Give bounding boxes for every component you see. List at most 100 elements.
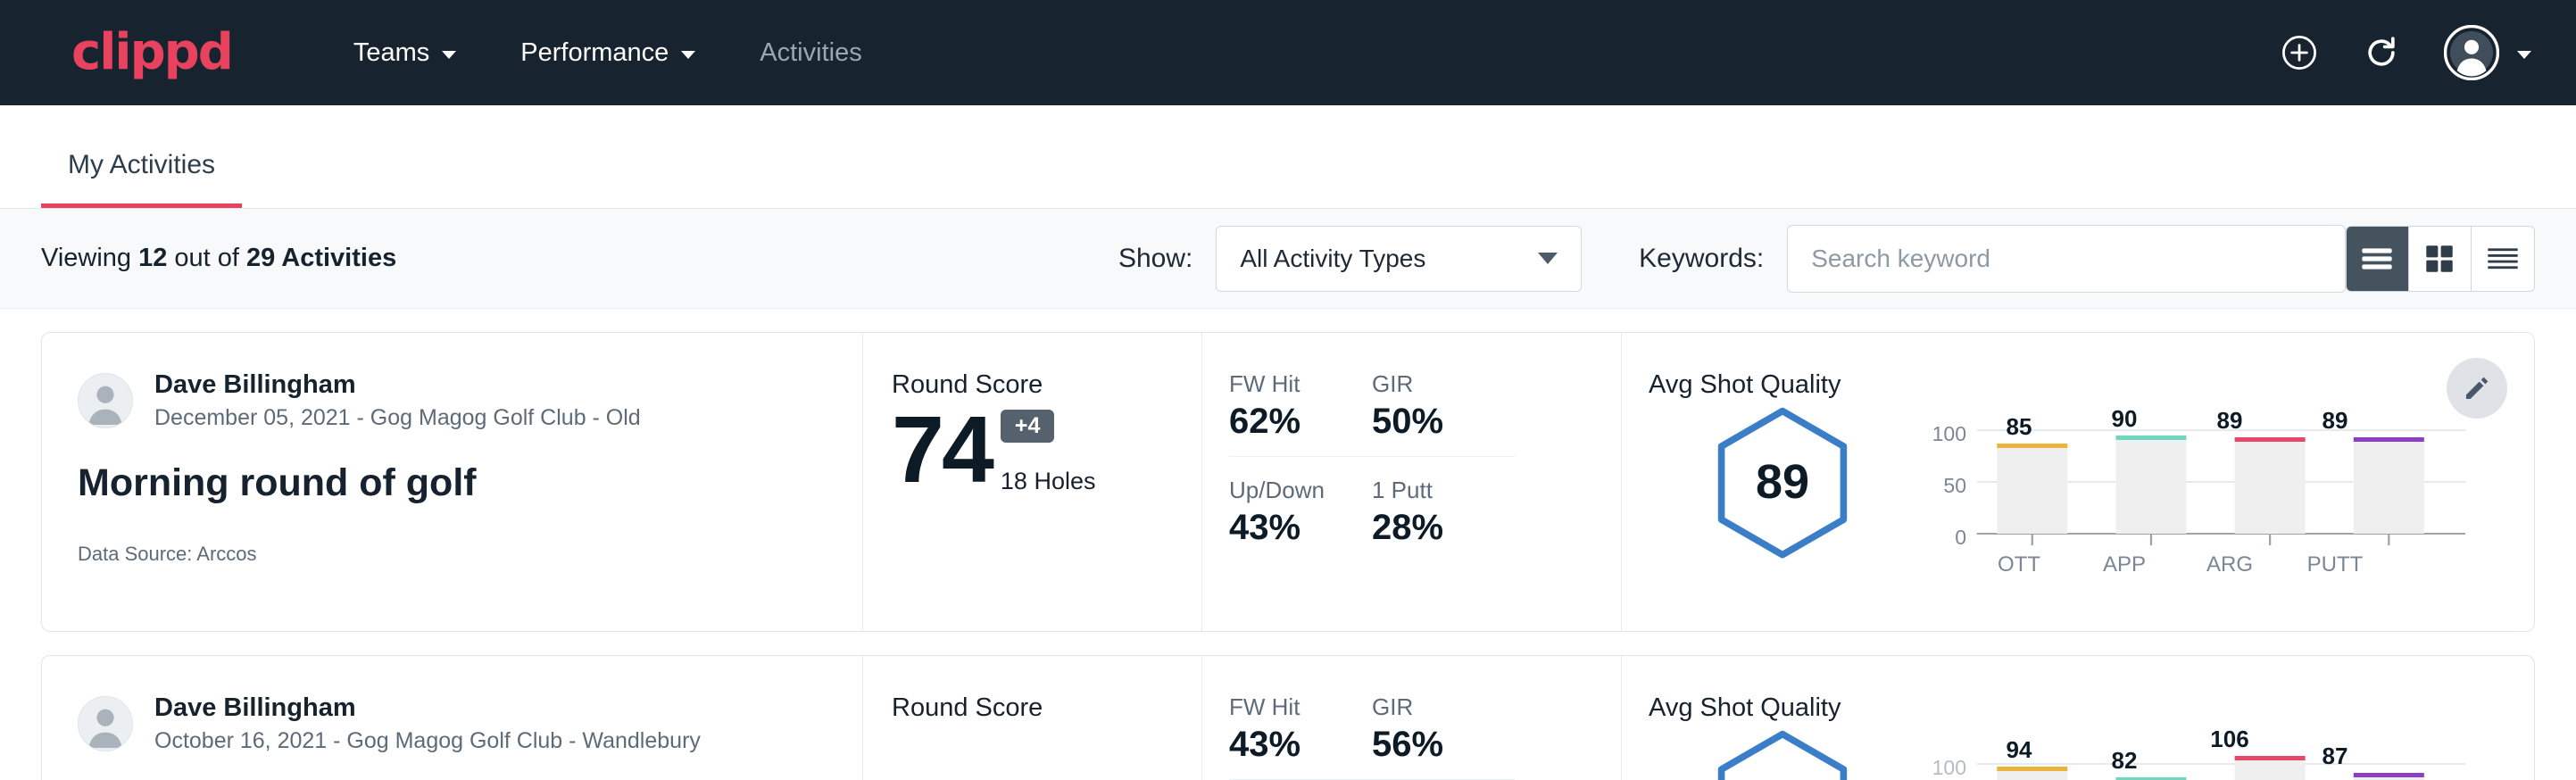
clippd-logo[interactable]: clippd <box>71 28 232 78</box>
stat-gir-label: GIR <box>1372 370 1515 398</box>
edit-activity-button[interactable] <box>2447 358 2507 419</box>
avg-shot-quality-label: Avg Shot Quality <box>1649 693 2534 723</box>
round-score-label: Round Score <box>892 693 1201 723</box>
refresh-icon <box>2362 33 2401 72</box>
main-nav-items: Teams Performance Activities <box>321 29 894 77</box>
x-tick-arg: ARG <box>2198 552 2261 577</box>
x-tick-app: APP <box>2093 552 2156 577</box>
activity-info-column: Dave Billingham December 05, 2021 - Gog … <box>42 333 863 631</box>
avatar <box>78 696 133 751</box>
viewing-summary: Viewing 12 out of 29 Activities <box>41 244 396 273</box>
round-score-column: Round Score 74 +4 18 Holes <box>863 333 1202 631</box>
bar-value-app: 90 <box>2093 405 2156 433</box>
shot-quality-bar-chart: 100 50 0 85 90 89 89 OTT APP ARG PUTT <box>1916 403 2534 586</box>
stat-up-down-label: Up/Down <box>1229 477 1372 504</box>
stat-gir: GIR 50% <box>1372 370 1515 457</box>
compact-view-button[interactable] <box>2472 227 2534 291</box>
bar-value-arg: 89 <box>2198 407 2261 435</box>
activity-data-source: Data Source: Arccos <box>78 543 827 566</box>
activity-meta: December 05, 2021 - Gog Magog Golf Club … <box>154 405 641 431</box>
author-name: Dave Billingham <box>154 370 641 400</box>
add-activity-button[interactable] <box>2280 33 2319 72</box>
person-icon <box>79 696 132 751</box>
nav-item-teams[interactable]: Teams <box>321 29 488 77</box>
search-input[interactable] <box>1787 225 2346 293</box>
author-name: Dave Billingham <box>154 693 701 723</box>
grid-view-icon <box>2422 243 2456 275</box>
bar-value-putt: 87 <box>2304 743 2366 770</box>
activity-title: Morning round of golf <box>78 461 827 505</box>
stat-gir-label: GIR <box>1372 693 1515 721</box>
stats-column: FW Hit 43% GIR 56% <box>1202 656 1622 780</box>
chevron-down-icon <box>681 51 695 59</box>
chevron-down-icon <box>442 51 456 59</box>
bar-value-ott: 85 <box>1988 413 2050 441</box>
tab-my-activities[interactable]: My Activities <box>41 150 242 208</box>
chevron-down-icon <box>2517 51 2531 59</box>
activity-author: Dave Billingham October 16, 2021 - Gog M… <box>78 693 827 754</box>
activity-card[interactable]: Dave Billingham October 16, 2021 - Gog M… <box>41 655 2535 780</box>
chevron-down-icon <box>1538 253 1558 264</box>
view-mode-toggle-group <box>2346 226 2535 292</box>
shot-quality-body: 89 <box>1649 403 2534 586</box>
bar-value-putt: 89 <box>2304 407 2366 435</box>
activity-info-column: Dave Billingham October 16, 2021 - Gog M… <box>42 656 863 780</box>
bar-value-app: 82 <box>2093 747 2156 775</box>
plus-circle-icon <box>2280 33 2319 72</box>
list-view-button[interactable] <box>2347 227 2409 291</box>
shot-quality-body: 100 94 82 106 87 <box>1649 726 2534 780</box>
y-tick-100: 100 <box>1916 422 1966 446</box>
author-text: Dave Billingham December 05, 2021 - Gog … <box>154 370 641 431</box>
activity-type-select[interactable]: All Activity Types <box>1216 226 1582 292</box>
y-tick-100: 100 <box>1916 756 1966 780</box>
activity-card-list: Dave Billingham December 05, 2021 - Gog … <box>0 309 2576 780</box>
viewing-mid: out of <box>167 244 246 272</box>
show-filter-label: Show: <box>1118 244 1192 274</box>
nav-item-activities[interactable]: Activities <box>727 29 893 77</box>
holes-played: 18 Holes <box>1001 468 1096 495</box>
grid-view-button[interactable] <box>2409 227 2472 291</box>
viewing-prefix: Viewing <box>41 244 138 272</box>
stat-fw-hit-label: FW Hit <box>1229 693 1372 721</box>
x-tick-putt: PUTT <box>2304 552 2366 577</box>
score-to-par-badge: +4 <box>1001 410 1055 443</box>
activity-meta: October 16, 2021 - Gog Magog Golf Club -… <box>154 728 701 754</box>
top-navigation-bar: clippd Teams Performance Activities <box>0 0 2576 105</box>
shot-quality-hex-wrap: 89 <box>1649 403 1916 557</box>
filter-toolbar: Viewing 12 out of 29 Activities Show: Al… <box>0 209 2576 309</box>
nav-item-performance-label: Performance <box>520 38 669 68</box>
account-menu-button[interactable] <box>2444 25 2531 80</box>
nav-right-actions <box>2280 25 2531 80</box>
shot-quality-bar-chart: 100 94 82 106 87 <box>1916 726 2534 780</box>
x-tick-ott: OTT <box>1988 552 2050 577</box>
bar-value-ott: 94 <box>1988 736 2050 764</box>
activity-author: Dave Billingham December 05, 2021 - Gog … <box>78 370 827 431</box>
stats-column: FW Hit 62% GIR 50% Up/Down 43% 1 Putt 28… <box>1202 333 1622 631</box>
stat-up-down: Up/Down 43% <box>1229 477 1372 562</box>
round-score-column: Round Score <box>863 656 1202 780</box>
shot-quality-value: 89 <box>1715 407 1850 557</box>
stats-grid: FW Hit 43% GIR 56% <box>1229 693 1621 780</box>
account-avatar-icon <box>2444 25 2499 80</box>
tab-my-activities-label: My Activities <box>68 150 215 179</box>
shot-quality-column: Avg Shot Quality 89 <box>1622 333 2534 631</box>
shot-quality-hexagon <box>1715 730 1850 780</box>
stat-up-down-value: 43% <box>1229 508 1372 548</box>
shot-quality-value <box>1715 730 1850 780</box>
stat-fw-hit-label: FW Hit <box>1229 370 1372 398</box>
refresh-button[interactable] <box>2362 33 2401 72</box>
stat-fw-hit-value: 62% <box>1229 402 1372 442</box>
nav-item-performance[interactable]: Performance <box>488 29 727 77</box>
avg-shot-quality-label: Avg Shot Quality <box>1649 370 2534 400</box>
keywords-label: Keywords: <box>1639 244 1764 274</box>
activity-card[interactable]: Dave Billingham December 05, 2021 - Gog … <box>41 332 2535 632</box>
stat-one-putt-label: 1 Putt <box>1372 477 1515 504</box>
stat-gir-value: 50% <box>1372 402 1515 442</box>
y-tick-0: 0 <box>1916 526 1966 550</box>
stat-fw-hit-value: 43% <box>1229 725 1372 765</box>
nav-item-teams-label: Teams <box>353 38 429 68</box>
compact-list-icon <box>2485 244 2521 274</box>
stat-one-putt-value: 28% <box>1372 508 1515 548</box>
page-tab-bar: My Activities <box>0 105 2576 209</box>
stat-one-putt: 1 Putt 28% <box>1372 477 1515 562</box>
